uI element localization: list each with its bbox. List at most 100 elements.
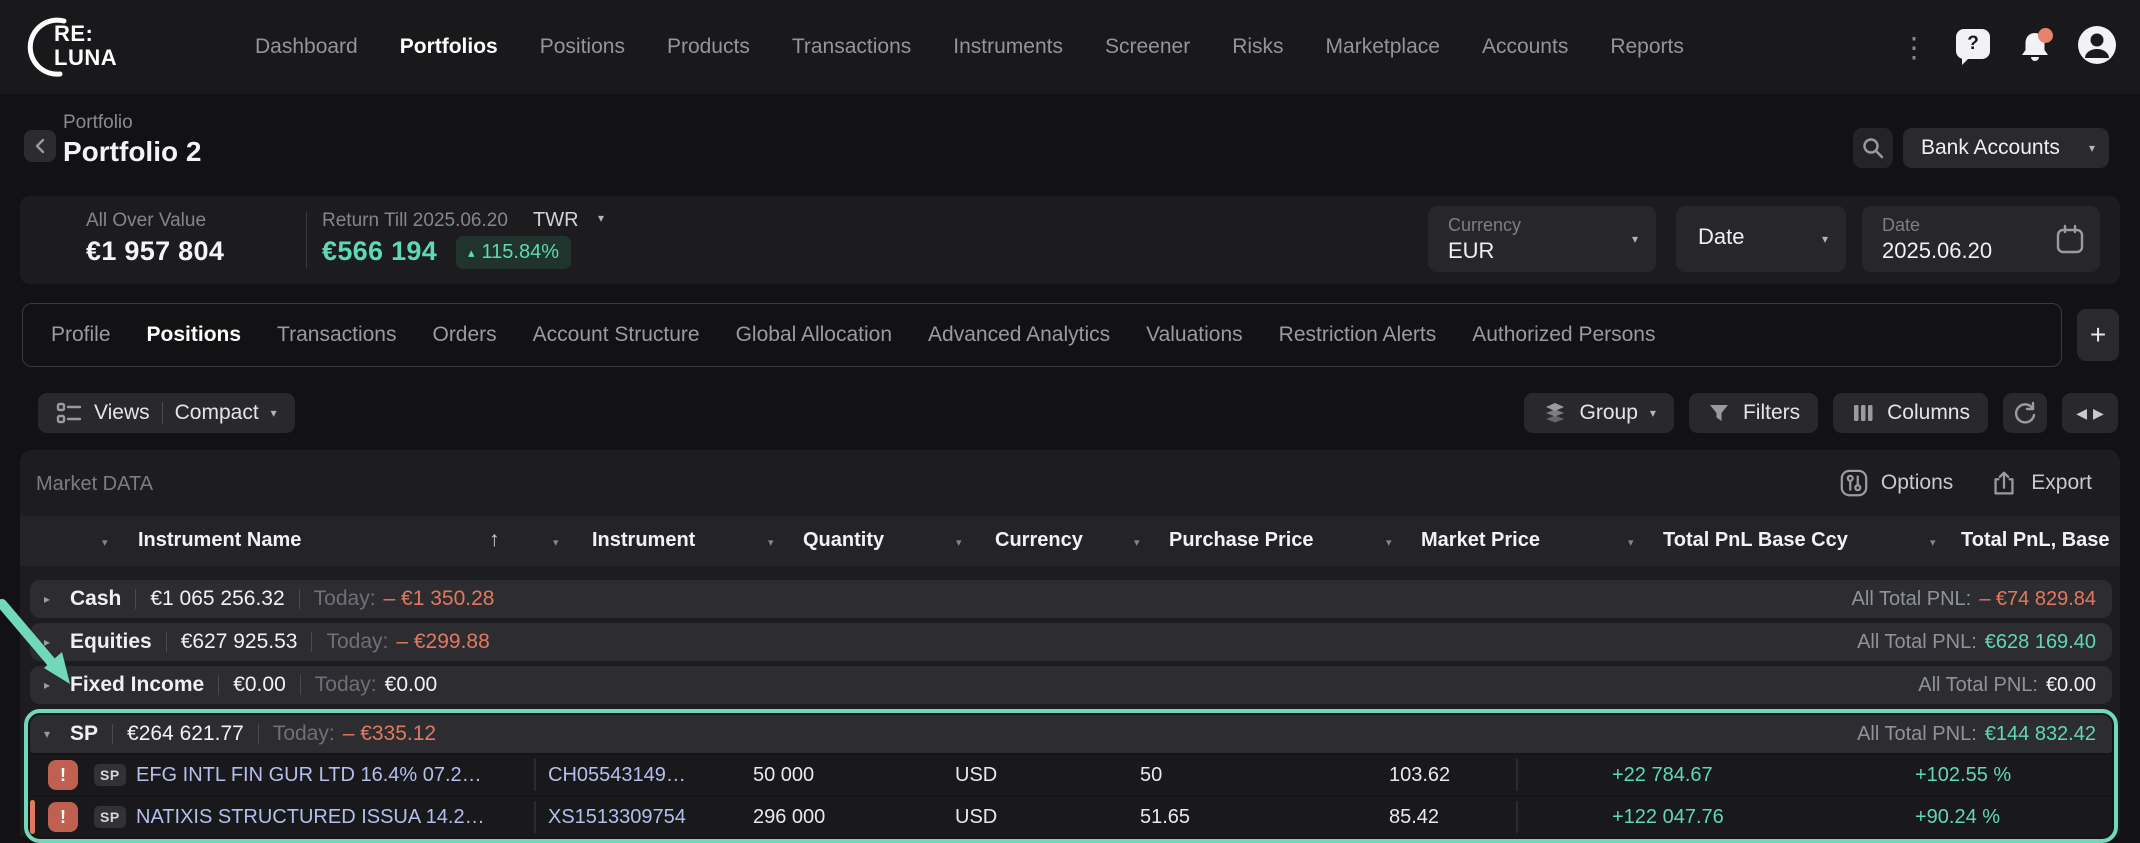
column-header-instrument-name[interactable]: Instrument Name (138, 529, 301, 552)
nav-item-products[interactable]: Products (667, 35, 750, 59)
all-total-pnl-label: All Total PNL: (1857, 631, 1977, 654)
nav-items: Dashboard Portfolios Positions Products Tran… (255, 0, 1684, 94)
group-row-sp[interactable]: ▾SP€264 621.77Today:– €335.12All Total P… (30, 715, 2112, 753)
tab-valuations[interactable]: Valuations (1146, 323, 1243, 347)
collapse-panel-button[interactable]: ◀ ▶ (2062, 393, 2118, 433)
instrument-id[interactable]: XS1513309754 (548, 797, 686, 837)
tab-advanced-analytics[interactable]: Advanced Analytics (928, 323, 1110, 347)
instrument-name[interactable]: EFG INTL FIN GUR LTD 16.4% 07.2… (136, 755, 482, 795)
nav-item-accounts[interactable]: Accounts (1482, 35, 1568, 59)
instrument-id[interactable]: CH05543149… (548, 755, 686, 795)
tab-transactions[interactable]: Transactions (277, 323, 396, 347)
column-filter-caret-icon[interactable]: ▾ (768, 536, 774, 549)
nav-item-transactions[interactable]: Transactions (792, 35, 911, 59)
column-filter-caret-icon[interactable]: ▾ (1628, 536, 1634, 549)
group-row-cash[interactable]: ▸Cash€1 065 256.32Today:– €1 350.28All T… (30, 580, 2112, 618)
logo-text: RE:LUNA (54, 22, 117, 70)
nav-item-portfolios[interactable]: Portfolios (400, 35, 498, 59)
app-logo[interactable]: RE:LUNA (20, 14, 150, 80)
help-icon[interactable]: ? (1956, 29, 1994, 65)
return-mode-caret-icon[interactable]: ▾ (598, 212, 604, 224)
views-icon (56, 401, 82, 425)
column-filter-caret-icon[interactable]: ▾ (1386, 536, 1392, 549)
refresh-button[interactable] (2003, 393, 2047, 433)
column-filter-caret-icon[interactable]: ▾ (1134, 536, 1140, 549)
stats-band: All Over Value €1 957 804 Return Till 20… (20, 196, 2120, 284)
today-label: Today: (273, 722, 335, 746)
position-row[interactable]: !SPNATIXIS STRUCTURED ISSUA 14.2…XS15133… (30, 797, 2112, 837)
date-field[interactable]: Date 2025.06.20 (1862, 206, 2100, 272)
filter-icon (1707, 401, 1731, 425)
tab-global-allocation[interactable]: Global Allocation (736, 323, 892, 347)
column-header-total-pnl-base[interactable]: Total PnL, Base (1961, 529, 2110, 552)
layers-icon (1542, 400, 1568, 426)
options-button[interactable]: Options (1839, 468, 1953, 498)
filters-button[interactable]: Filters (1689, 393, 1818, 433)
export-button[interactable]: Export (1989, 468, 2092, 498)
column-header-purchase-price[interactable]: Purchase Price (1169, 529, 1314, 552)
position-row[interactable]: !SPEFG INTL FIN GUR LTD 16.4% 07.2…CH055… (30, 755, 2112, 795)
back-button[interactable] (24, 130, 56, 162)
expander-caret-icon[interactable]: ▾ (44, 727, 70, 741)
sort-asc-icon[interactable]: ↑ (489, 528, 500, 552)
column-filter-caret-icon[interactable]: ▾ (1930, 536, 1936, 549)
instrument-name[interactable]: NATIXIS STRUCTURED ISSUA 14.2… (136, 797, 485, 837)
nav-item-instruments[interactable]: Instruments (953, 35, 1063, 59)
today-value: – €299.88 (396, 630, 489, 654)
nav-right-actions: ⋮ ? (1894, 0, 2118, 94)
column-header-quantity[interactable]: Quantity (803, 529, 884, 552)
column-filter-caret-icon[interactable]: ▾ (102, 536, 108, 549)
tab-positions[interactable]: Positions (147, 323, 242, 347)
return-mode[interactable]: TWR (533, 209, 579, 232)
portfolio-header: Portfolio Portfolio 2 Bank Accounts ▾ (0, 94, 2140, 190)
bank-accounts-select[interactable]: Bank Accounts ▾ (1903, 128, 2109, 168)
views-select[interactable]: Views Compact ▾ (38, 393, 295, 433)
group-name: Fixed Income (70, 673, 204, 697)
expander-caret-icon[interactable]: ▸ (44, 635, 70, 649)
column-header-currency[interactable]: Currency (995, 529, 1083, 552)
expander-caret-icon[interactable]: ▸ (44, 592, 70, 606)
column-divider (1516, 801, 1518, 833)
group-row-equities[interactable]: ▸Equities€627 925.53Today:– €299.88All T… (30, 623, 2112, 661)
expander-caret-icon[interactable]: ▸ (44, 678, 70, 692)
nav-item-screener[interactable]: Screener (1105, 35, 1190, 59)
group-name: Equities (70, 630, 152, 654)
more-menu-icon[interactable]: ⋮ (1894, 31, 1934, 64)
column-header-total-pnl-base-ccy[interactable]: Total PnL Base Ccy (1663, 529, 1848, 552)
return-value: €566 194 (322, 236, 437, 267)
triangle-up-icon: ▴ (468, 246, 475, 259)
add-tab-button[interactable]: + (2077, 309, 2119, 361)
column-filter-caret-icon[interactable]: ▾ (553, 536, 559, 549)
group-row-fixed-income[interactable]: ▸Fixed Income€0.00Today:€0.00All Total P… (30, 666, 2112, 704)
cell-total-pnl-base-ccy: +122 047.76 (1612, 797, 1724, 837)
table-rows: ▸Cash€1 065 256.32Today:– €1 350.28All T… (30, 580, 2112, 843)
tab-account-structure[interactable]: Account Structure (533, 323, 700, 347)
date-mode-select[interactable]: Date ▾ (1676, 206, 1846, 272)
tab-orders[interactable]: Orders (432, 323, 496, 347)
column-header-instrument[interactable]: Instrument (592, 529, 695, 552)
notifications-bell-icon[interactable] (2016, 28, 2054, 66)
column-header-market-price[interactable]: Market Price (1421, 529, 1540, 552)
nav-item-marketplace[interactable]: Marketplace (1326, 35, 1440, 59)
columns-button[interactable]: Columns (1833, 393, 1988, 433)
column-divider (1516, 759, 1518, 791)
avatar[interactable] (2076, 24, 2118, 71)
nav-item-reports[interactable]: Reports (1610, 35, 1684, 59)
alert-icon[interactable]: ! (48, 802, 78, 832)
nav-item-positions[interactable]: Positions (540, 35, 625, 59)
currency-select[interactable]: Currency EUR ▾ (1428, 206, 1656, 272)
notification-dot (2038, 28, 2053, 43)
tab-restriction-alerts[interactable]: Restriction Alerts (1279, 323, 1437, 347)
tab-authorized-persons[interactable]: Authorized Persons (1472, 323, 1655, 347)
export-icon (1989, 468, 2019, 498)
nav-item-dashboard[interactable]: Dashboard (255, 35, 358, 59)
column-filter-caret-icon[interactable]: ▾ (956, 536, 962, 549)
chevron-down-icon: ▾ (2089, 142, 2095, 154)
tab-profile[interactable]: Profile (51, 323, 111, 347)
cell-quantity: 50 000 (753, 755, 814, 795)
group-button[interactable]: Group ▾ (1524, 393, 1674, 433)
return-label: Return Till 2025.06.20 (322, 210, 508, 232)
alert-icon[interactable]: ! (48, 760, 78, 790)
search-button[interactable] (1853, 128, 1893, 168)
nav-item-risks[interactable]: Risks (1232, 35, 1283, 59)
